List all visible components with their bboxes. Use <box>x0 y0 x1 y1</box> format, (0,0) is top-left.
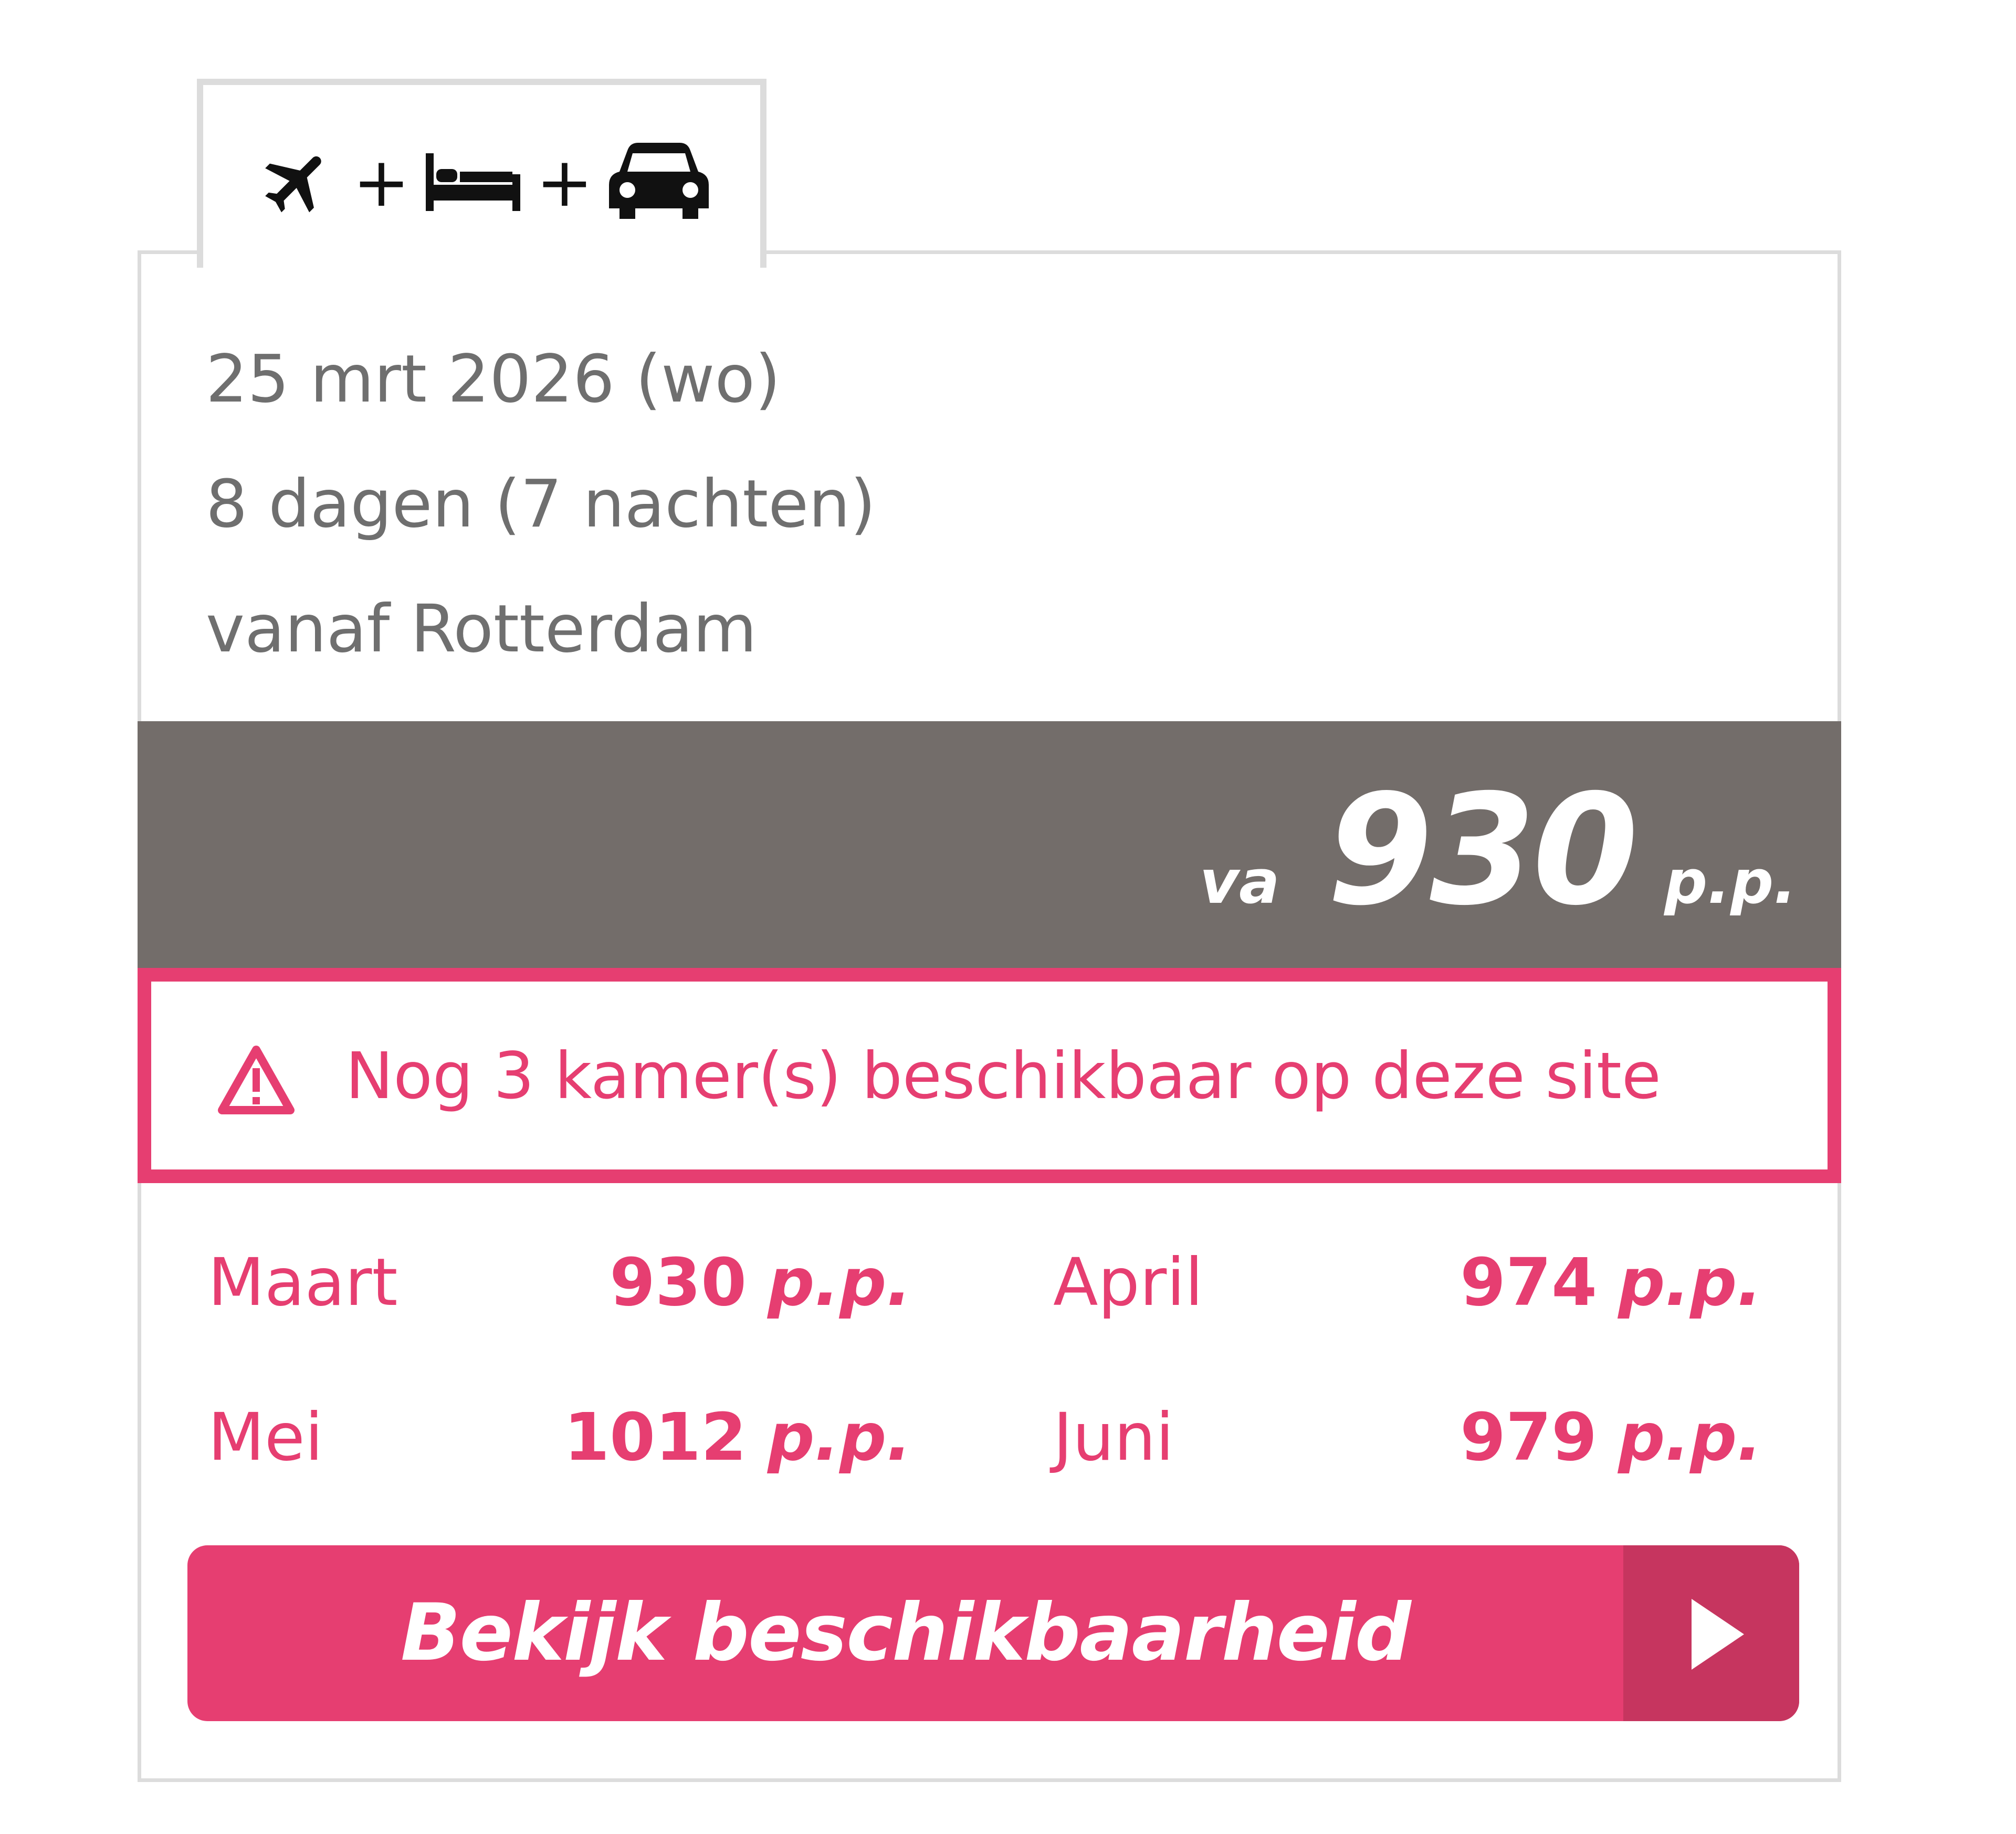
month-price-value: 979 <box>1460 1399 1598 1475</box>
bed-icon <box>425 148 520 216</box>
month-row: Mei 1012 p.p. Juni 979 p.p. <box>208 1390 1762 1545</box>
price-display: va 930 p.p. <box>1200 762 1797 939</box>
price-bar: va 930 p.p. <box>138 721 1841 968</box>
monthly-prices: Maart 930 p.p. April 974 p.p. Mei 1012 p.p.… <box>208 1236 1762 1545</box>
month-price[interactable]: 979 p.p. <box>1460 1390 1762 1485</box>
month-name: Maart <box>208 1245 398 1321</box>
play-arrow-icon <box>1692 1599 1744 1670</box>
departure-date: 25 mrt 2026 (wo) <box>206 341 781 417</box>
trip-duration: 8 dagen (7 nachten) <box>206 466 876 542</box>
cta-arrow[interactable] <box>1623 1545 1799 1721</box>
month-price-unit: p.p. <box>768 1245 911 1321</box>
car-icon <box>608 140 709 224</box>
price-amount: 930 <box>1327 762 1639 939</box>
departure-airport: vanaf Rotterdam <box>206 591 757 667</box>
month-price-unit: p.p. <box>768 1399 911 1475</box>
plus-separator-1: + <box>353 142 410 222</box>
trip-details: 25 mrt 2026 (wo) 8 dagen (7 nachten) van… <box>206 317 876 692</box>
availability-warning: Nog 3 kamer(s) beschikbaar op deze site <box>138 968 1841 1183</box>
month-price-value: 930 <box>610 1245 747 1321</box>
availability-text: Nog 3 kamer(s) beschikbaar op deze site <box>345 1039 1661 1113</box>
package-offer-card: 25 mrt 2026 (wo) 8 dagen (7 nachten) van… <box>138 250 1841 1782</box>
package-icons: + + <box>258 140 709 224</box>
month-name: April <box>1053 1245 1203 1321</box>
month-name: Mei <box>208 1399 323 1475</box>
view-availability-label: Bekijk beschikbaarheid <box>401 1587 1411 1679</box>
month-price-unit: p.p. <box>1618 1399 1762 1475</box>
month-price-unit: p.p. <box>1618 1245 1762 1321</box>
month-row: Maart 930 p.p. April 974 p.p. <box>208 1236 1762 1390</box>
package-type-tab[interactable]: + + <box>197 79 766 268</box>
plus-separator-2: + <box>536 142 593 222</box>
month-price[interactable]: 974 p.p. <box>1460 1236 1762 1330</box>
view-availability-button[interactable]: Bekijk beschikbaarheid <box>187 1545 1799 1721</box>
month-price[interactable]: 930 p.p. <box>610 1236 911 1330</box>
month-price-value: 1012 <box>564 1399 747 1475</box>
warning-icon <box>217 1045 296 1118</box>
month-price-value: 974 <box>1460 1245 1598 1321</box>
airplane-icon <box>258 143 337 222</box>
price-suffix: p.p. <box>1664 847 1797 918</box>
price-prefix: va <box>1200 847 1280 918</box>
month-price[interactable]: 1012 p.p. <box>564 1390 911 1485</box>
month-name: Juni <box>1053 1399 1174 1475</box>
